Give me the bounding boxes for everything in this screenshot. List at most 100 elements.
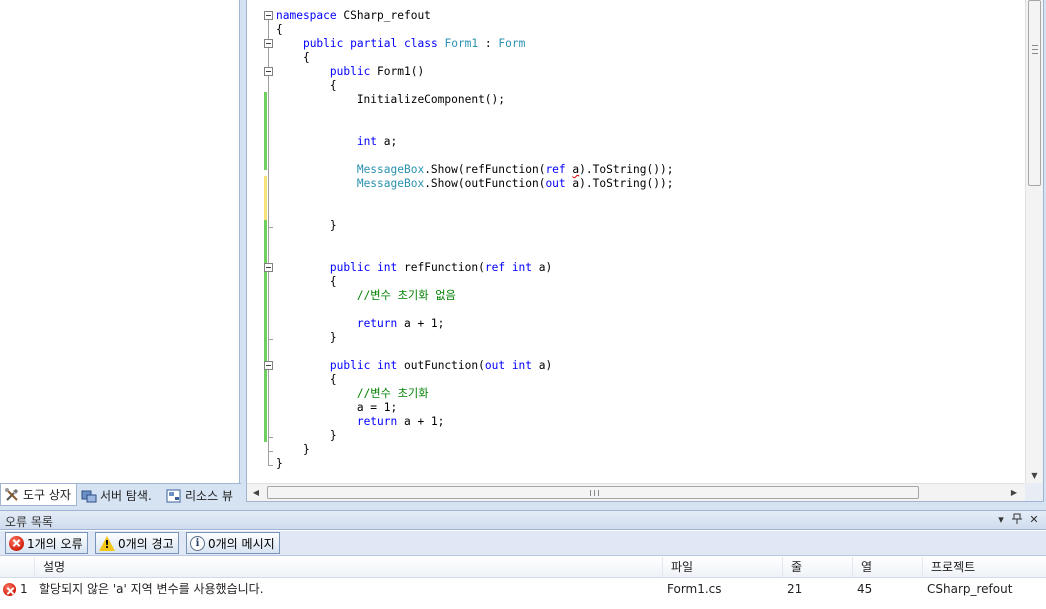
code-line[interactable]: public Form1() xyxy=(276,65,424,79)
code-line[interactable]: public partial class Form1 : Form xyxy=(276,37,525,51)
column-header-column[interactable]: 열 xyxy=(852,557,922,578)
code-keyword: ref xyxy=(545,163,566,176)
outline-end xyxy=(268,465,273,466)
code-type: Form1 xyxy=(444,37,479,50)
scroll-right-arrow-icon[interactable]: ▶ xyxy=(1008,486,1020,499)
code-line[interactable]: return a + 1; xyxy=(276,317,445,331)
code-line[interactable]: //변수 초기화 없음 xyxy=(276,289,456,303)
window-position-dropdown-icon[interactable]: ▾ xyxy=(994,513,1008,527)
code-line[interactable]: return a + 1; xyxy=(276,415,445,429)
column-header-index[interactable] xyxy=(0,557,34,578)
code-text: } xyxy=(276,219,337,232)
tab-resource-view[interactable]: 리소스 뷰 xyxy=(163,484,241,507)
code-type: Form xyxy=(498,37,526,50)
collapse-class-icon[interactable] xyxy=(264,39,273,48)
code-text: Form1() xyxy=(370,65,425,78)
code-line[interactable]: { xyxy=(276,51,310,65)
messages-filter-button[interactable]: i 0개의 메시지 xyxy=(186,532,280,554)
error-list-header: 설명 파일 줄 열 프로젝트 xyxy=(0,557,1046,578)
outline-end xyxy=(268,451,273,452)
warnings-filter-label: 0개의 경고 xyxy=(118,536,174,551)
close-icon[interactable]: ✕ xyxy=(1027,513,1041,527)
code-line[interactable]: InitializeComponent(); xyxy=(276,93,505,107)
code-line[interactable]: { xyxy=(276,79,337,93)
code-text: } xyxy=(276,457,283,470)
column-header-line[interactable]: 줄 xyxy=(782,557,852,578)
toolbox-panel: 도구 상자 서버 탐색. 리소스 뷰 xyxy=(0,0,241,508)
horizontal-scrollbar[interactable]: ◀ ▶ xyxy=(247,483,1025,501)
code-line[interactable]: } xyxy=(276,331,337,345)
column-header-description[interactable]: 설명 xyxy=(34,557,659,578)
warnings-filter-button[interactable]: ! 0개의 경고 xyxy=(95,532,179,554)
code-text: { xyxy=(276,275,337,288)
code-line[interactable]: public int refFunction(ref int a) xyxy=(276,261,552,275)
tab-server-explorer[interactable]: 서버 탐색. xyxy=(78,484,162,507)
column-header-file[interactable]: 파일 xyxy=(662,557,782,578)
code-text: .Show(refFunction( xyxy=(424,163,546,176)
code-line[interactable]: public int outFunction(out int a) xyxy=(276,359,552,373)
code-keyword: out xyxy=(484,359,506,372)
code-keyword: public xyxy=(329,261,371,274)
code-line[interactable]: } xyxy=(276,443,310,457)
auto-hide-pin-icon[interactable] xyxy=(1010,513,1024,527)
vertical-scrollbar[interactable]: ▼ xyxy=(1025,0,1043,483)
collapse-reffunction-icon[interactable] xyxy=(264,263,273,272)
code-area[interactable]: namespace CSharp_refout{ public partial … xyxy=(247,0,1025,483)
code-keyword: int xyxy=(511,261,533,274)
change-bar-saved xyxy=(264,92,267,120)
code-text: outFunction( xyxy=(397,359,485,372)
code-text: InitializeComponent(); xyxy=(276,93,506,106)
code-line[interactable]: MessageBox.Show(outFunction(out a).ToStr… xyxy=(276,177,674,191)
code-keyword: return xyxy=(356,317,398,330)
toolbox-icon xyxy=(4,487,20,503)
code-comment: //변수 초기화 없음 xyxy=(356,289,456,302)
code-text: a = 1; xyxy=(276,401,398,414)
outline-end xyxy=(268,227,273,228)
error-list-title: 오류 목록 xyxy=(5,515,53,529)
code-text: a + 1; xyxy=(397,317,445,330)
code-line[interactable]: a = 1; xyxy=(276,401,397,415)
code-line[interactable]: } xyxy=(276,429,337,443)
tab-toolbox[interactable]: 도구 상자 xyxy=(0,484,77,506)
outline-end xyxy=(268,339,273,340)
code-line[interactable]: { xyxy=(276,23,283,37)
code-line[interactable]: MessageBox.Show(refFunction(ref a).ToStr… xyxy=(276,163,674,177)
code-line[interactable]: } xyxy=(276,219,337,233)
toolbox-content xyxy=(0,0,240,483)
code-text: { xyxy=(276,51,310,64)
code-line[interactable]: { xyxy=(276,275,337,289)
code-editor[interactable]: namespace CSharp_refout{ public partial … xyxy=(246,0,1044,502)
code-text: .Show(outFunction( xyxy=(424,177,546,190)
code-text: a + 1; xyxy=(397,415,445,428)
collapse-outfunction-icon[interactable] xyxy=(264,361,273,370)
code-text: } xyxy=(276,443,310,456)
code-text: { xyxy=(276,373,337,386)
error-list-toolbar: 1개의 오류 ! 0개의 경고 i 0개의 메시지 xyxy=(0,531,1046,556)
code-line[interactable]: namespace CSharp_refout xyxy=(276,9,431,23)
horizontal-scroll-thumb[interactable] xyxy=(267,486,919,499)
code-line[interactable]: //변수 초기화 xyxy=(276,387,429,401)
code-line[interactable]: { xyxy=(276,373,337,387)
scroll-down-arrow-icon[interactable]: ▼ xyxy=(1029,471,1040,481)
scroll-left-arrow-icon[interactable]: ◀ xyxy=(250,486,262,499)
column-header-project[interactable]: 프로젝트 xyxy=(922,557,1046,578)
vertical-scroll-thumb[interactable] xyxy=(1028,0,1041,186)
collapse-namespace-icon[interactable] xyxy=(264,11,273,20)
table-row[interactable]: 1 할당되지 않은 'a' 지역 변수를 사용했습니다. Form1.cs 21… xyxy=(0,579,1046,600)
collapse-constructor-icon[interactable] xyxy=(264,67,273,76)
code-line[interactable]: } xyxy=(276,457,283,471)
row-line: 21 xyxy=(787,582,803,596)
row-column: 45 xyxy=(857,582,873,596)
errors-filter-button[interactable]: 1개의 오류 xyxy=(5,532,88,554)
change-bar-unsaved xyxy=(264,176,267,220)
code-line[interactable]: int a; xyxy=(276,135,397,149)
change-bar-saved xyxy=(264,120,267,170)
code-text: refFunction( xyxy=(397,261,485,274)
code-keyword: public xyxy=(329,65,371,78)
